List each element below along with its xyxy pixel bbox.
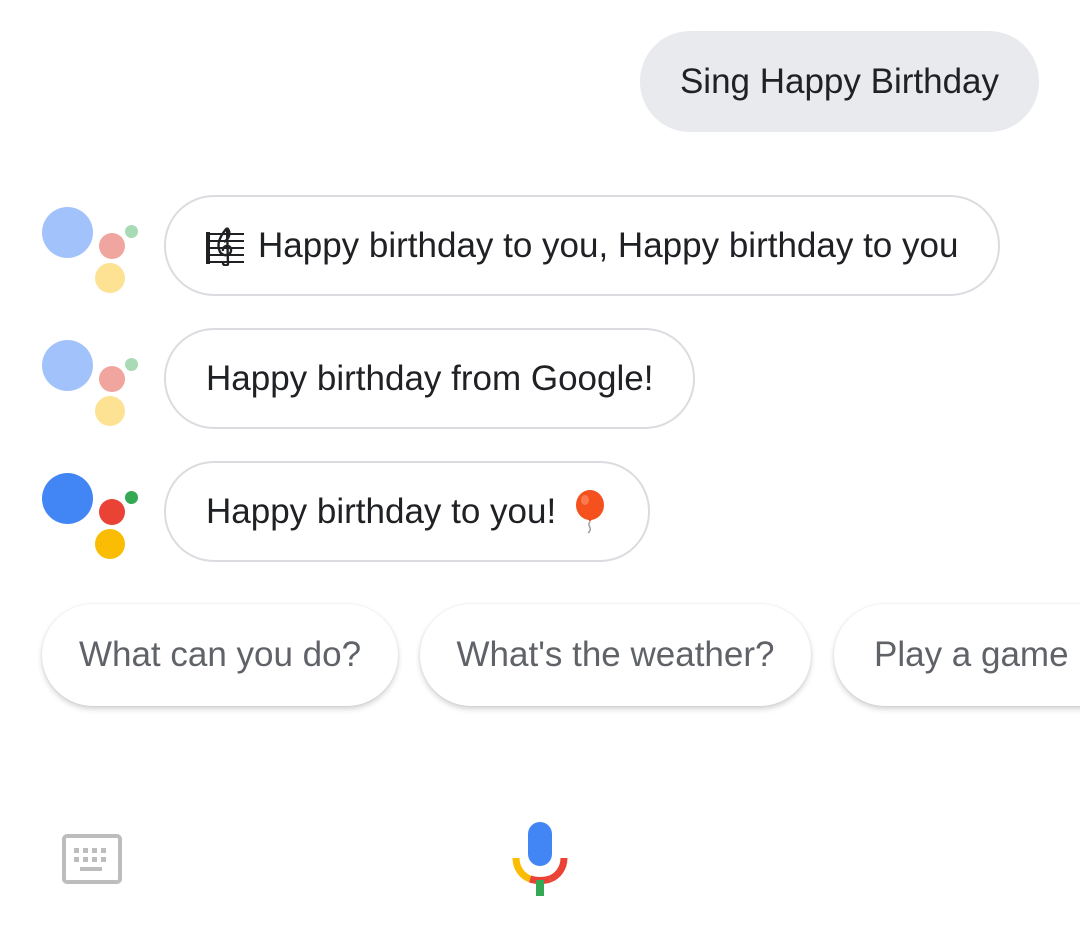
suggestion-chip-label: What can you do? xyxy=(78,635,362,674)
assistant-response-text: Happy birthday from Google! xyxy=(206,358,654,398)
assistant-screen: Sing Happy Birthday Happy birthday to yo… xyxy=(0,0,1080,931)
suggestion-chip[interactable]: Play a game xyxy=(834,604,1080,706)
suggestion-chip-label: What's the weather? xyxy=(456,635,775,674)
assistant-logo-icon xyxy=(42,199,138,293)
music-score-icon xyxy=(206,226,244,266)
balloon-icon xyxy=(576,489,605,534)
assistant-response-row: Happy birthday to you! xyxy=(0,461,1080,563)
assistant-logo-icon xyxy=(42,465,138,559)
assistant-response-text: Happy birthday to you, Happy birthday to… xyxy=(258,225,959,265)
assistant-response-row: Happy birthday to you, Happy birthday to… xyxy=(0,195,1080,297)
assistant-response-text: Happy birthday to you! xyxy=(206,491,557,531)
suggestion-chip[interactable]: What can you do? xyxy=(42,604,398,706)
mic-icon[interactable] xyxy=(512,822,568,898)
user-query-bubble: Sing Happy Birthday xyxy=(640,31,1039,132)
suggestion-chip[interactable]: What's the weather? xyxy=(420,604,811,706)
suggestion-chips: What can you do? What's the weather? Pla… xyxy=(0,604,1080,714)
assistant-response-bubble: Happy birthday to you! xyxy=(164,461,651,562)
assistant-logo-icon xyxy=(42,332,138,426)
assistant-response-bubble: Happy birthday to you, Happy birthday to… xyxy=(164,195,1001,296)
user-query-text: Sing Happy Birthday xyxy=(679,61,1000,101)
assistant-response-row: Happy birthday from Google! xyxy=(0,328,1080,430)
suggestion-chip-label: Play a game xyxy=(874,635,1069,674)
assistant-response-bubble: Happy birthday from Google! xyxy=(164,328,696,429)
keyboard-icon[interactable] xyxy=(62,834,122,884)
